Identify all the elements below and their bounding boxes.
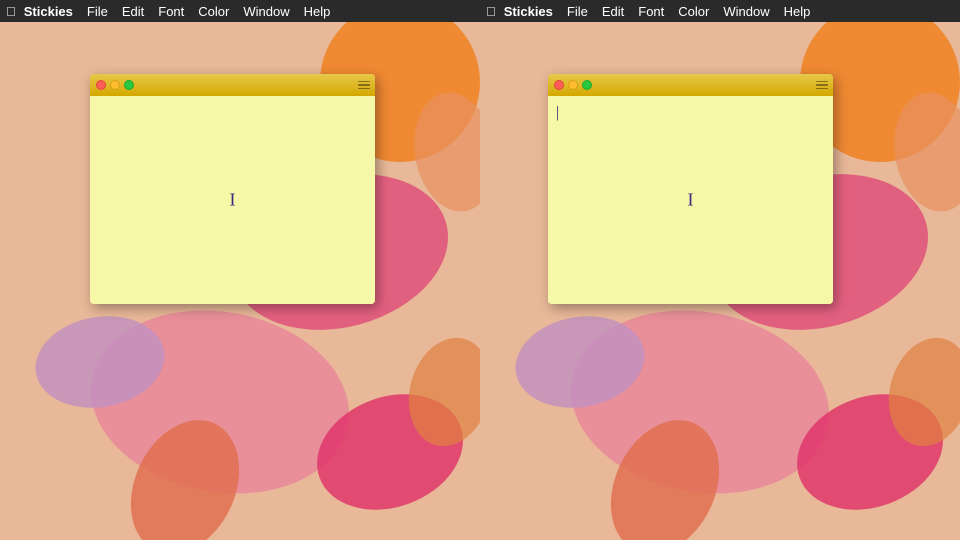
app-name-right: Stickies: [504, 4, 553, 19]
desktop-left: I: [0, 22, 480, 540]
apple-logo-right[interactable]: : [486, 4, 496, 19]
maximize-button-right[interactable]: [582, 80, 592, 90]
menubar-left:  Stickies File Edit Font Color Window H…: [0, 0, 480, 22]
sticky-content-right[interactable]: | I: [548, 96, 833, 304]
menubar-right:  Stickies File Edit Font Color Window H…: [480, 0, 960, 22]
minimize-button-right[interactable]: [568, 80, 578, 90]
text-cursor-left: I: [230, 190, 236, 211]
menu-help-right[interactable]: Help: [784, 4, 811, 19]
menu-font-right[interactable]: Font: [638, 4, 664, 19]
text-cursor-right-center: I: [688, 190, 694, 211]
menu-color-right[interactable]: Color: [678, 4, 709, 19]
menubar:  Stickies File Edit Font Color Window H…: [0, 0, 960, 22]
menu-edit-right[interactable]: Edit: [602, 4, 624, 19]
menu-color-left[interactable]: Color: [198, 4, 229, 19]
desktop-right: | I: [480, 22, 960, 540]
menu-window-right[interactable]: Window: [723, 4, 769, 19]
resize-icon-left: [358, 81, 370, 89]
resize-icon-right: [816, 81, 828, 89]
sticky-window-right[interactable]: | I: [548, 74, 833, 304]
menu-file-right[interactable]: File: [567, 4, 588, 19]
sticky-titlebar-left: [90, 74, 375, 96]
desktop-area: I: [0, 22, 960, 540]
sticky-titlebar-right: [548, 74, 833, 96]
apple-logo-left[interactable]: : [6, 4, 16, 19]
menu-window-left[interactable]: Window: [243, 4, 289, 19]
menu-font-left[interactable]: Font: [158, 4, 184, 19]
minimize-button-left[interactable]: [110, 80, 120, 90]
maximize-button-left[interactable]: [124, 80, 134, 90]
text-cursor-right-topleft: |: [556, 104, 559, 122]
menu-edit-left[interactable]: Edit: [122, 4, 144, 19]
sticky-window-left[interactable]: I: [90, 74, 375, 304]
close-button-left[interactable]: [96, 80, 106, 90]
app-name-left: Stickies: [24, 4, 73, 19]
close-button-right[interactable]: [554, 80, 564, 90]
menu-file-left[interactable]: File: [87, 4, 108, 19]
menu-help-left[interactable]: Help: [304, 4, 331, 19]
traffic-lights-right: [554, 80, 592, 90]
traffic-lights-left: [96, 80, 134, 90]
screen:  Stickies File Edit Font Color Window H…: [0, 0, 960, 540]
sticky-content-left[interactable]: I: [90, 96, 375, 304]
